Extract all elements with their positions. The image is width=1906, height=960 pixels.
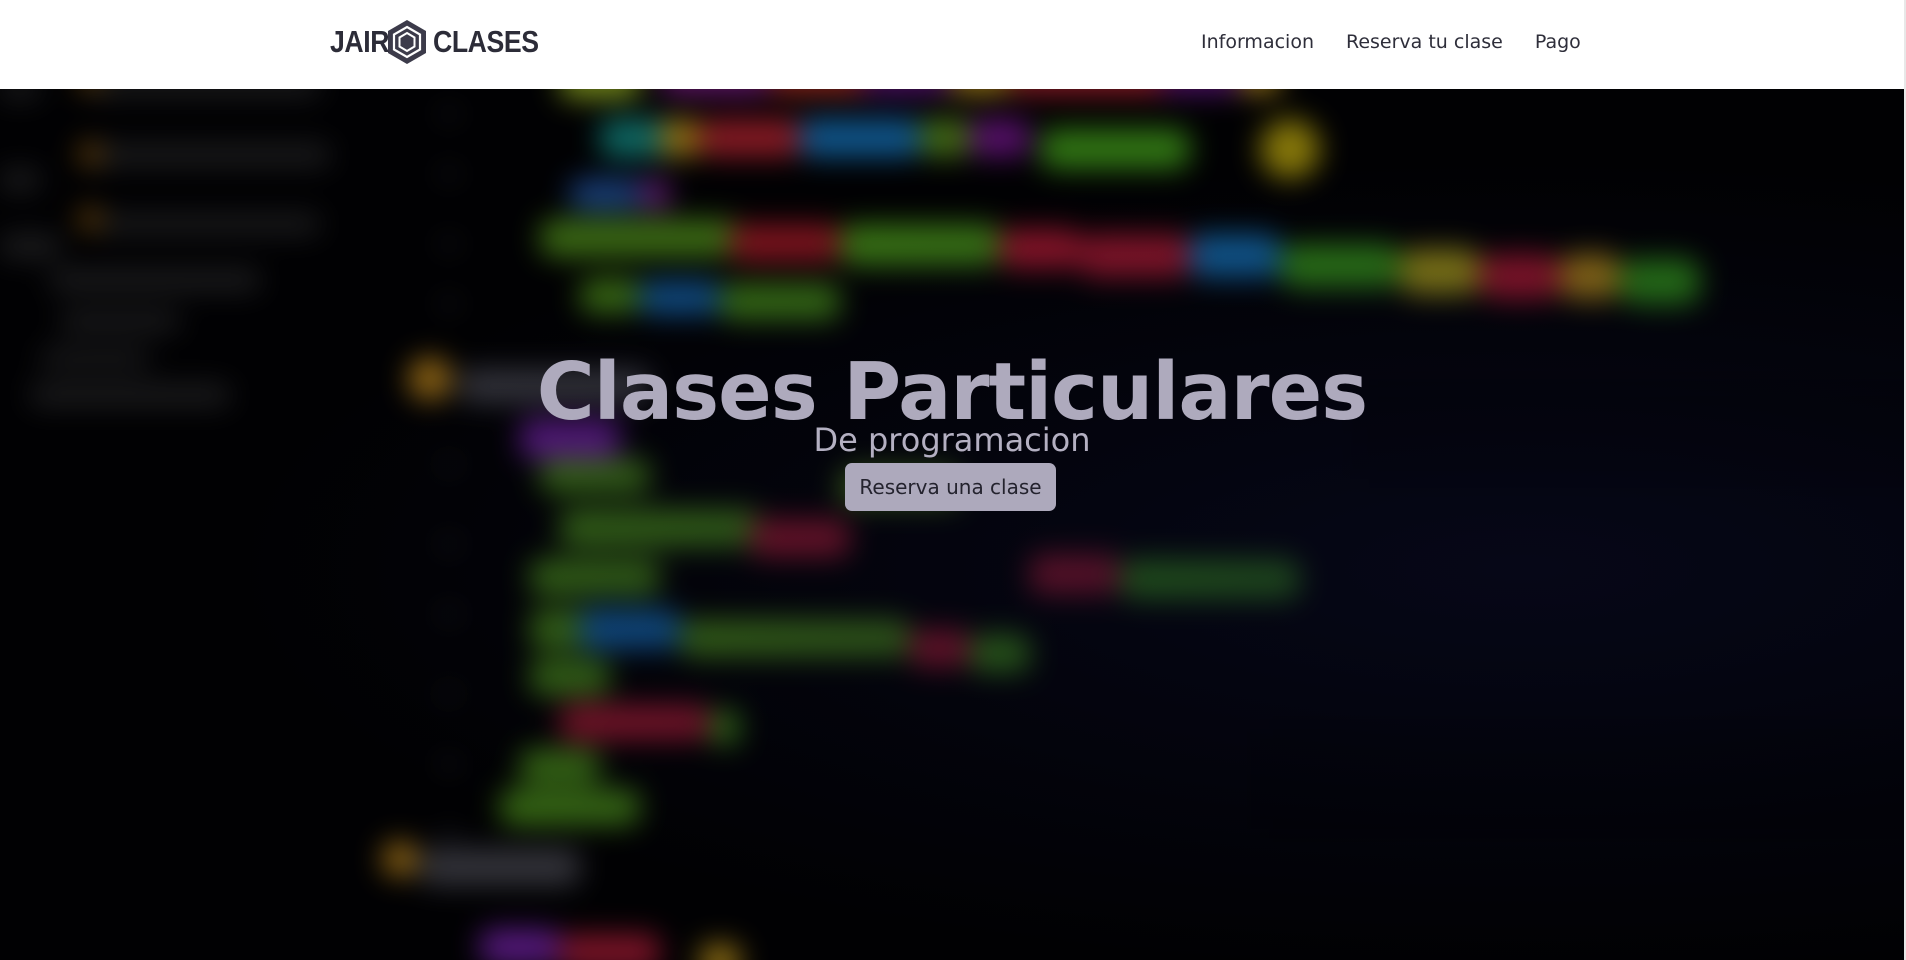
nav-link-informacion[interactable]: Informacion: [1201, 31, 1314, 53]
nav-link-pago[interactable]: Pago: [1535, 31, 1581, 53]
hero-section: [0, 89, 1904, 960]
brand-word-clases: CLASES: [433, 24, 539, 59]
brand-logo-link[interactable]: JAIR CLASES: [330, 18, 539, 66]
navbar: JAIR CLASES Informacion Reserva tu clase…: [0, 0, 1904, 89]
hexagon-logo-icon: [385, 18, 429, 66]
nav-menu: Informacion Reserva tu clase Pago: [1201, 31, 1581, 53]
brand-word-jair: JAIR: [330, 24, 390, 59]
hero-subtitle: De programacion: [813, 421, 1091, 459]
hero-overlay: [0, 89, 1904, 960]
nav-link-reserva-tu-clase[interactable]: Reserva tu clase: [1346, 31, 1503, 53]
page: JAIR CLASES Informacion Reserva tu clase…: [0, 0, 1906, 960]
reserve-class-button[interactable]: Reserva una clase: [845, 463, 1056, 511]
